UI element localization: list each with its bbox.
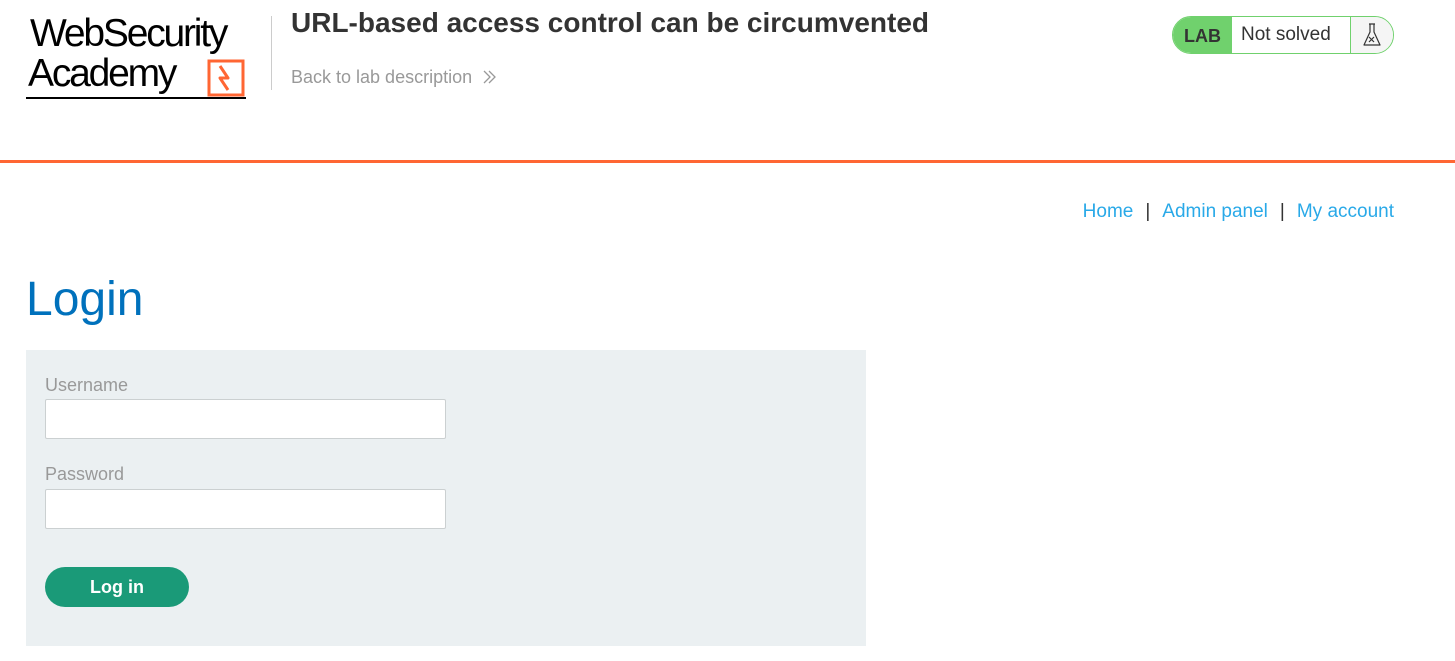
username-input[interactable] bbox=[45, 399, 446, 439]
flask-icon bbox=[1351, 17, 1393, 53]
back-link-label: Back to lab description bbox=[291, 67, 473, 87]
lab-title: URL-based access control can be circumve… bbox=[291, 7, 929, 38]
logo-line-1: WebSecurity bbox=[30, 12, 228, 55]
academy-logo[interactable]: WebSecurity Academy bbox=[26, 14, 268, 102]
header-divider bbox=[271, 16, 272, 90]
lab-status-widget: LAB Not solved bbox=[1172, 16, 1394, 54]
login-button[interactable]: Log in bbox=[45, 567, 189, 607]
nav-admin-panel-link[interactable]: Admin panel bbox=[1162, 201, 1268, 223]
nav-separator: | bbox=[1145, 201, 1151, 222]
lab-badge: LAB bbox=[1173, 17, 1232, 53]
password-label: Password bbox=[45, 464, 125, 484]
lab-header: WebSecurity Academy URL-based access con… bbox=[0, 0, 1455, 163]
nav-home-link[interactable]: Home bbox=[1083, 201, 1134, 223]
nav-separator: | bbox=[1279, 201, 1285, 222]
logo-bolt-icon bbox=[207, 59, 245, 97]
back-to-lab-description-link[interactable]: Back to lab description bbox=[291, 66, 498, 88]
login-form: Username Password Log in bbox=[26, 350, 866, 646]
logo-underline bbox=[26, 97, 246, 99]
lab-status-text: Not solved bbox=[1232, 17, 1351, 53]
username-label: Username bbox=[45, 375, 129, 395]
password-input[interactable] bbox=[45, 489, 446, 529]
page-title: Login bbox=[26, 273, 144, 326]
double-chevron-right-icon bbox=[483, 70, 497, 84]
top-nav: Home | Admin panel | My account bbox=[1083, 201, 1394, 223]
nav-my-account-link[interactable]: My account bbox=[1297, 201, 1394, 223]
logo-line-2: Academy bbox=[28, 52, 177, 95]
